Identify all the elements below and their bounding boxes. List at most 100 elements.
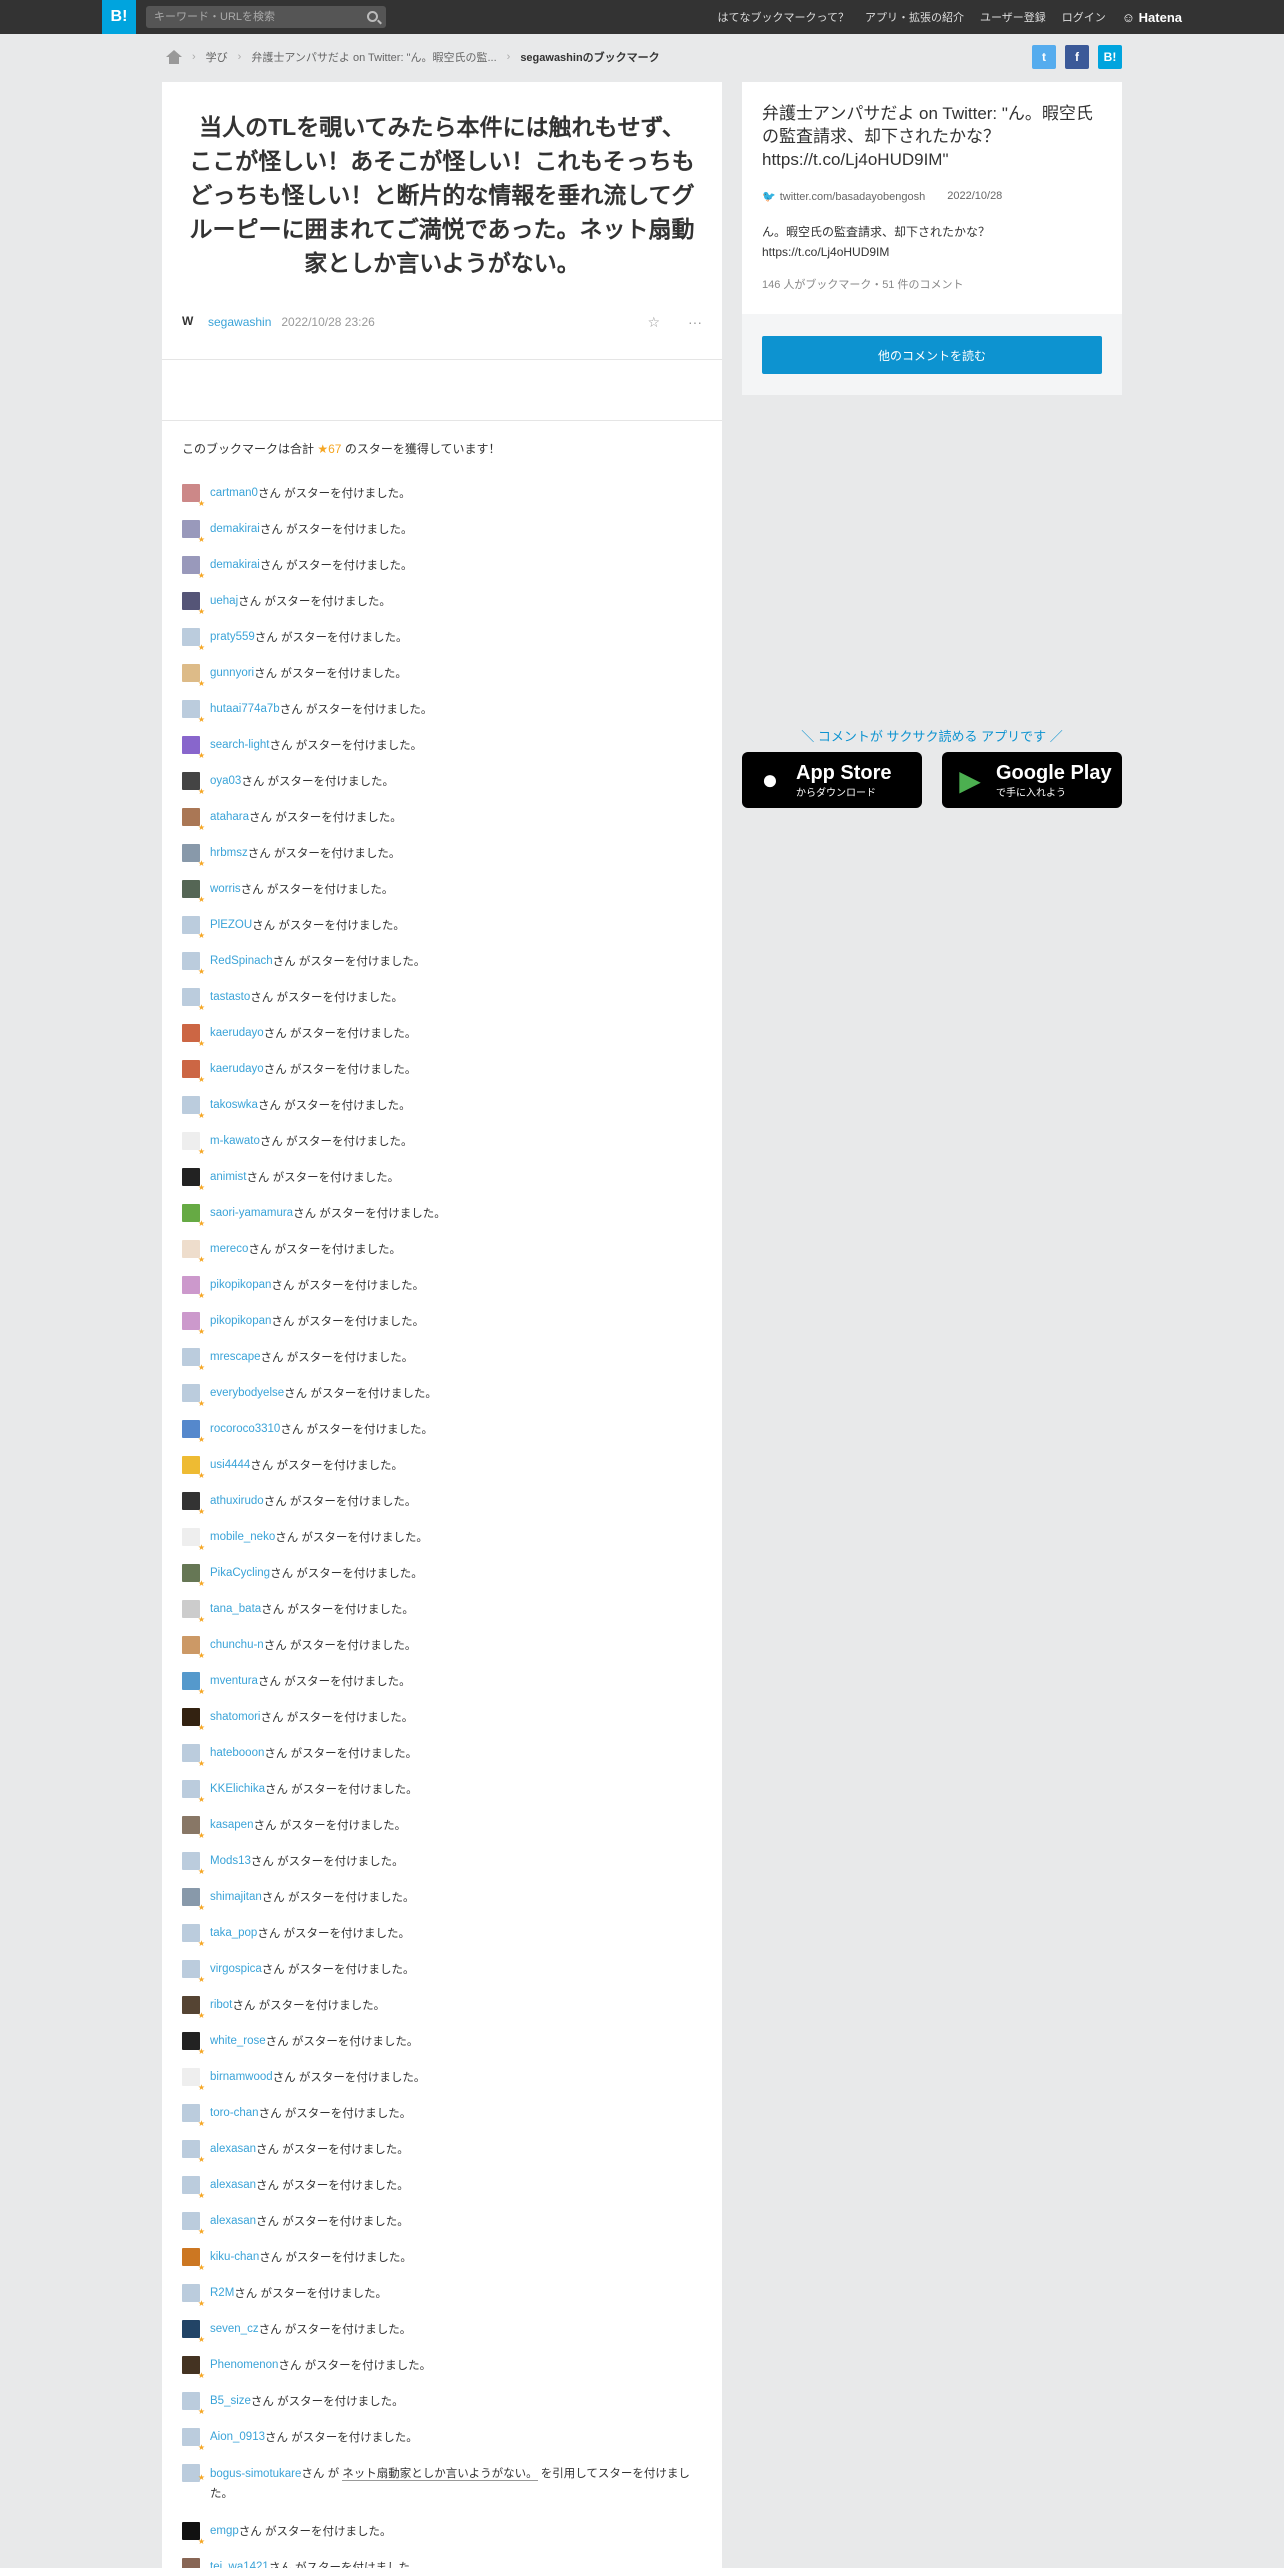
avatar[interactable] <box>182 1672 205 1696</box>
avatar[interactable] <box>182 556 205 580</box>
avatar[interactable] <box>182 1312 205 1336</box>
avatar[interactable] <box>182 1888 205 1912</box>
star-user-link[interactable]: tastasto <box>210 991 250 1003</box>
star-user-link[interactable]: kiku-chan <box>210 2251 259 2263</box>
star-user-link[interactable]: demakirai <box>210 523 260 535</box>
avatar[interactable] <box>182 2140 205 2164</box>
avatar[interactable] <box>182 592 205 616</box>
avatar[interactable] <box>182 2558 200 2568</box>
avatar[interactable] <box>182 520 205 544</box>
avatar[interactable] <box>182 1708 205 1732</box>
star-user-link[interactable]: birnamwood <box>210 2071 273 2083</box>
avatar[interactable] <box>182 1600 205 1624</box>
avatar[interactable] <box>182 844 205 868</box>
facebook-share-icon[interactable]: f <box>1065 45 1089 69</box>
avatar[interactable] <box>182 2428 205 2452</box>
avatar[interactable] <box>182 1492 205 1516</box>
avatar[interactable] <box>182 1924 205 1948</box>
star-user-link[interactable]: shimajitan <box>210 1891 262 1903</box>
avatar[interactable] <box>182 2104 205 2128</box>
avatar[interactable] <box>182 916 205 940</box>
hatena-share-icon[interactable]: B! <box>1098 45 1122 69</box>
nav-register[interactable]: ユーザー登録 <box>980 9 1046 25</box>
avatar[interactable] <box>182 2284 205 2308</box>
avatar[interactable] <box>182 952 205 976</box>
avatar[interactable] <box>182 772 205 796</box>
star-user-link[interactable]: alexasan <box>210 2215 256 2227</box>
star-user-link[interactable]: chunchu-n <box>210 1639 264 1651</box>
star-user-link[interactable]: praty559 <box>210 631 255 643</box>
avatar[interactable] <box>182 700 205 724</box>
avatar[interactable] <box>182 2032 205 2056</box>
star-user-link[interactable]: Aion_0913 <box>210 2431 265 2443</box>
star-user-link[interactable]: athuxirudo <box>210 1495 264 1507</box>
star-user-link[interactable]: kaerudayo <box>210 1027 264 1039</box>
star-user-link[interactable]: usi4444 <box>210 1459 250 1471</box>
hatebu-logo[interactable]: B! <box>102 0 136 34</box>
nav-apps[interactable]: アプリ・拡張の紹介 <box>865 9 964 25</box>
home-icon[interactable] <box>166 50 182 64</box>
nav-login[interactable]: ログイン <box>1062 9 1106 25</box>
avatar[interactable] <box>182 628 205 652</box>
avatar[interactable] <box>182 1852 205 1876</box>
avatar[interactable] <box>182 2392 205 2416</box>
avatar[interactable] <box>182 1024 205 1048</box>
star-user-link[interactable]: toro-chan <box>210 2107 259 2119</box>
star-user-link[interactable]: mobile_neko <box>210 1531 275 1543</box>
avatar[interactable] <box>182 1744 205 1768</box>
more-icon[interactable]: ··· <box>688 314 702 331</box>
star-user-link[interactable]: uehaj <box>210 595 238 607</box>
avatar[interactable] <box>182 2176 205 2200</box>
avatar[interactable] <box>182 2212 205 2236</box>
star-user-link[interactable]: R2M <box>210 2287 234 2299</box>
star-user-link[interactable]: white_rose <box>210 2035 266 2047</box>
googleplay-badge[interactable]: ▶ Google Play で手に入れよう <box>942 752 1122 808</box>
star-user-link[interactable]: saori-yamamura <box>210 1207 293 1219</box>
star-user-link[interactable]: m-kawato <box>210 1135 260 1147</box>
star-user-link[interactable]: search-light <box>210 739 269 751</box>
star-user-link[interactable]: hatebooon <box>210 1747 264 1759</box>
star-user-link[interactable]: takoswka <box>210 1099 258 1111</box>
avatar[interactable] <box>182 484 205 508</box>
avatar[interactable] <box>182 1096 205 1120</box>
star-user-link[interactable]: tana_bata <box>210 1603 261 1615</box>
bookmark-user[interactable]: segawashin <box>208 315 271 329</box>
avatar[interactable] <box>182 1132 205 1156</box>
quoted-text[interactable]: ネット扇動家としか言いようがない。 <box>342 2468 538 2481</box>
star-user-link[interactable]: B5_size <box>210 2395 251 2407</box>
nav-about[interactable]: はてなブックマークって？ <box>718 9 849 25</box>
star-user-link[interactable]: rocoroco3310 <box>210 1423 280 1435</box>
star-user-link[interactable]: tei_wa1421 <box>210 2561 269 2568</box>
avatar[interactable] <box>182 1384 205 1408</box>
avatar[interactable] <box>182 736 205 760</box>
twitter-share-icon[interactable]: t <box>1032 45 1056 69</box>
avatar[interactable] <box>182 1168 205 1192</box>
avatar[interactable] <box>182 2464 205 2488</box>
search-icon[interactable] <box>367 11 378 22</box>
star-user-link[interactable]: demakirai <box>210 559 260 571</box>
avatar[interactable] <box>182 1060 205 1084</box>
read-comments-button[interactable]: 他のコメントを読む <box>762 336 1102 374</box>
avatar[interactable] <box>182 664 205 688</box>
star-user-link[interactable]: mereco <box>210 1243 248 1255</box>
avatar[interactable]: W <box>182 314 198 330</box>
avatar[interactable] <box>182 2068 205 2092</box>
hatena-brand[interactable]: ☺ Hatena <box>1122 10 1182 25</box>
star-user-link[interactable]: animist <box>210 1171 246 1183</box>
star-user-link[interactable]: kaerudayo <box>210 1063 264 1075</box>
star-user-link[interactable]: virgospica <box>210 1963 262 1975</box>
star-user-link[interactable]: alexasan <box>210 2143 256 2155</box>
star-user-link[interactable]: shatomori <box>210 1711 261 1723</box>
star-user-link[interactable]: Mods13 <box>210 1855 251 1867</box>
breadcrumb-entry[interactable]: 弁護士アンパサだよ on Twitter: "ん。暇空氏の監... <box>251 49 496 65</box>
avatar[interactable] <box>182 1996 205 2020</box>
avatar[interactable] <box>182 1528 205 1552</box>
star-user-link[interactable]: KKElichika <box>210 1783 265 1795</box>
avatar[interactable] <box>182 1240 205 1264</box>
star-user-link[interactable]: hutaai774a7b <box>210 703 280 715</box>
star-user-link[interactable]: taka_pop <box>210 1927 257 1939</box>
avatar[interactable] <box>182 1636 205 1660</box>
entry-title[interactable]: 弁護士アンパサだよ on Twitter: "ん。暇空氏の監査請求、却下されたか… <box>762 102 1106 171</box>
star-user-link[interactable]: PikaCycling <box>210 1567 270 1579</box>
avatar[interactable] <box>182 2320 205 2344</box>
